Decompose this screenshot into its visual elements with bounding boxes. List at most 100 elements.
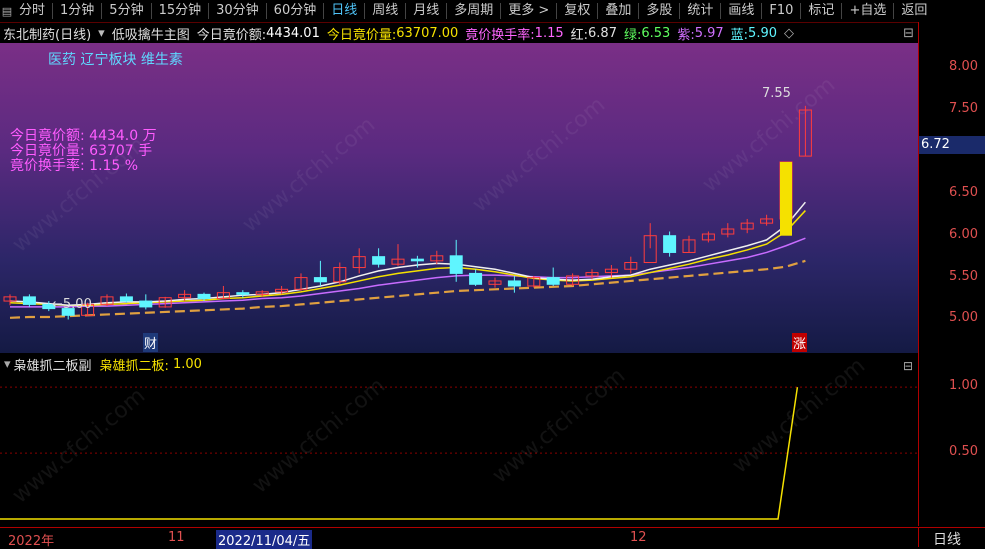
toolbar-separator — [761, 3, 763, 19]
toolbar-separator — [679, 3, 681, 19]
toolbar-separator — [364, 3, 366, 19]
overlay-turnover: 竟价换手率: 1.15 % — [10, 158, 139, 174]
price-axis: 8.007.507.006.506.005.505.001.000.50 6.7… — [918, 22, 985, 526]
candle-body — [197, 293, 211, 300]
price-tick-label: 8.00 — [949, 59, 978, 75]
toolbar-item-19[interactable]: 返回 — [896, 0, 932, 22]
watermark-text: www.cfchi.com — [8, 383, 150, 508]
watermark-text: www.cfchi.com — [468, 92, 610, 217]
toolbar-item-5[interactable]: 60分钟 — [269, 0, 322, 22]
sub-indicator-title[interactable]: 枭雄抓二板副 — [14, 355, 92, 374]
toolbar-separator — [323, 3, 325, 19]
toolbar-item-13[interactable]: 多股 — [641, 0, 677, 22]
toolbar-separator — [446, 3, 448, 19]
month-nov-label: 11 — [168, 530, 185, 545]
toolbar-separator — [500, 3, 502, 19]
sub-dropdown-icon[interactable]: ▾ — [4, 357, 11, 372]
ma-yellow-line — [9, 210, 806, 306]
month-dec-label: 12 — [630, 530, 647, 545]
toolbar-separator — [893, 3, 895, 19]
year-label: 2022年 — [8, 534, 55, 549]
limit-up-marker[interactable]: 涨 — [792, 333, 808, 352]
candle-body — [236, 292, 250, 295]
price-chart-panel[interactable]: www.cfchi.com www.cfchi.com www.cfchi.com w… — [0, 43, 918, 353]
date-axis: 2022年 11 2022/11/04/五 12 — [0, 527, 918, 549]
toolbar-item-18[interactable]: +自选 — [844, 0, 891, 22]
amount-value: 4434.01 — [266, 25, 320, 41]
candle-body — [449, 255, 463, 274]
indicator-dropdown-icon[interactable]: ▾ — [98, 26, 105, 41]
toolbar-separator — [597, 3, 599, 19]
low-arrow-icon: ← — [52, 297, 63, 312]
turnover-label: 竟价换手率: — [465, 27, 535, 43]
sub-tick-label: 0.50 — [949, 444, 978, 460]
toolbar-item-10[interactable]: 更多 > — [503, 0, 554, 22]
auction-overlay: 今日竟价额: 4434.0 万 今日竟价量: 63707 手 竟价换手率: 1.… — [10, 129, 157, 174]
purple-value: 5.97 — [694, 25, 724, 41]
sub-indicator-header: ▾ 枭雄抓二板副 枭雄抓二板: 1.00 — [0, 354, 202, 374]
toolbar-separator — [556, 3, 558, 19]
toolbar-item-2[interactable]: 5分钟 — [104, 0, 148, 22]
sector-tags: 医药 辽宁板块 维生素 — [48, 52, 183, 68]
period-label-box[interactable]: 日线 — [918, 527, 985, 548]
current-price-tag: 6.72 — [919, 136, 985, 154]
expand-icon[interactable]: ◇ — [784, 26, 794, 41]
period-toolbar: ▤ 分时 1分钟 5分钟 15分钟 30分钟 60分钟 日线 周线 月线 多周期 更多 > 复权 叠加多… — [0, 0, 985, 23]
blue-label: 蓝: — [730, 27, 749, 43]
finance-marker[interactable]: 财 — [143, 333, 159, 352]
collapse-icon[interactable]: ⊟ — [903, 26, 914, 41]
green-value: 6.53 — [641, 25, 671, 41]
toolbar-item-16[interactable]: F10 — [764, 0, 798, 22]
sub-collapse-icon[interactable]: ⊟ — [903, 359, 913, 373]
toolbar-item-1[interactable]: 1分钟 — [55, 0, 99, 22]
toolbar-item-8[interactable]: 月线 — [408, 0, 444, 22]
indicator-info-row: 东北制药(日线) ▾ 低吸擒牛主图 今日竟价额: 4434.01 今日竟价量: … — [0, 23, 918, 43]
price-tick-label: 5.00 — [949, 310, 978, 326]
purple-label: 紫: — [677, 27, 695, 43]
ma-white-line — [9, 201, 806, 306]
sub-indicator-label: 枭雄抓二板: — [99, 358, 169, 374]
toolbar-separator — [638, 3, 640, 19]
toolbar-separator — [101, 3, 103, 19]
toolbar-item-11[interactable]: 复权 — [559, 0, 595, 22]
sub-indicator-chart[interactable]: www.cfchi.com www.cfchi.com www.cfchi.com w… — [0, 353, 918, 526]
candle-body — [22, 296, 36, 305]
cursor-date-label: 2022/11/04/五 — [216, 530, 313, 549]
toolbar-item-17[interactable]: 标记 — [803, 0, 839, 22]
toolbar-item-0[interactable]: 分时 — [14, 0, 50, 22]
overlay-volume: 今日竟价量: 63707 手 — [10, 143, 153, 159]
candle-body — [119, 296, 133, 302]
ma-orange-line — [9, 259, 806, 319]
price-tick-label: 7.50 — [949, 101, 978, 117]
menu-icon[interactable]: ▤ — [0, 0, 14, 22]
volume-label: 今日竟价量: — [326, 27, 397, 43]
turnover-value: 1.15 — [534, 25, 564, 41]
toolbar-item-4[interactable]: 30分钟 — [211, 0, 264, 22]
watermark-text: www.cfchi.com — [248, 373, 390, 498]
watermark-text: www.cfchi.com — [238, 112, 380, 237]
stock-title[interactable]: 东北制药(日线) — [3, 24, 91, 43]
toolbar-item-7[interactable]: 周线 — [367, 0, 403, 22]
candle-body — [546, 277, 560, 285]
indicator-name[interactable]: 低吸擒牛主图 — [112, 24, 190, 43]
red-label: 红: — [570, 27, 589, 43]
blue-value: 5.90 — [748, 25, 777, 41]
toolbar-item-12[interactable]: 叠加 — [600, 0, 636, 22]
price-tick-label: 5.50 — [949, 268, 978, 284]
toolbar-separator — [841, 3, 843, 19]
amount-label: 今日竟价额: — [196, 27, 267, 43]
toolbar-separator — [52, 3, 54, 19]
candle-body — [663, 235, 677, 253]
toolbar-item-9[interactable]: 多周期 — [449, 0, 498, 22]
toolbar-item-3[interactable]: 15分钟 — [154, 0, 207, 22]
toolbar-item-14[interactable]: 统计 — [682, 0, 718, 22]
watermark-text: www.cfchi.com — [728, 354, 870, 479]
toolbar-separator — [720, 3, 722, 19]
sub-indicator-panel[interactable]: www.cfchi.com www.cfchi.com www.cfchi.com w… — [0, 353, 918, 526]
sub-tick-label: 1.00 — [949, 378, 978, 394]
toolbar-item-6[interactable]: 日线 — [326, 0, 362, 22]
toolbar-item-15[interactable]: 画线 — [723, 0, 759, 22]
toolbar-separator — [800, 3, 802, 19]
candle-body — [313, 277, 327, 283]
high-price-label: 7.55 — [762, 86, 791, 101]
